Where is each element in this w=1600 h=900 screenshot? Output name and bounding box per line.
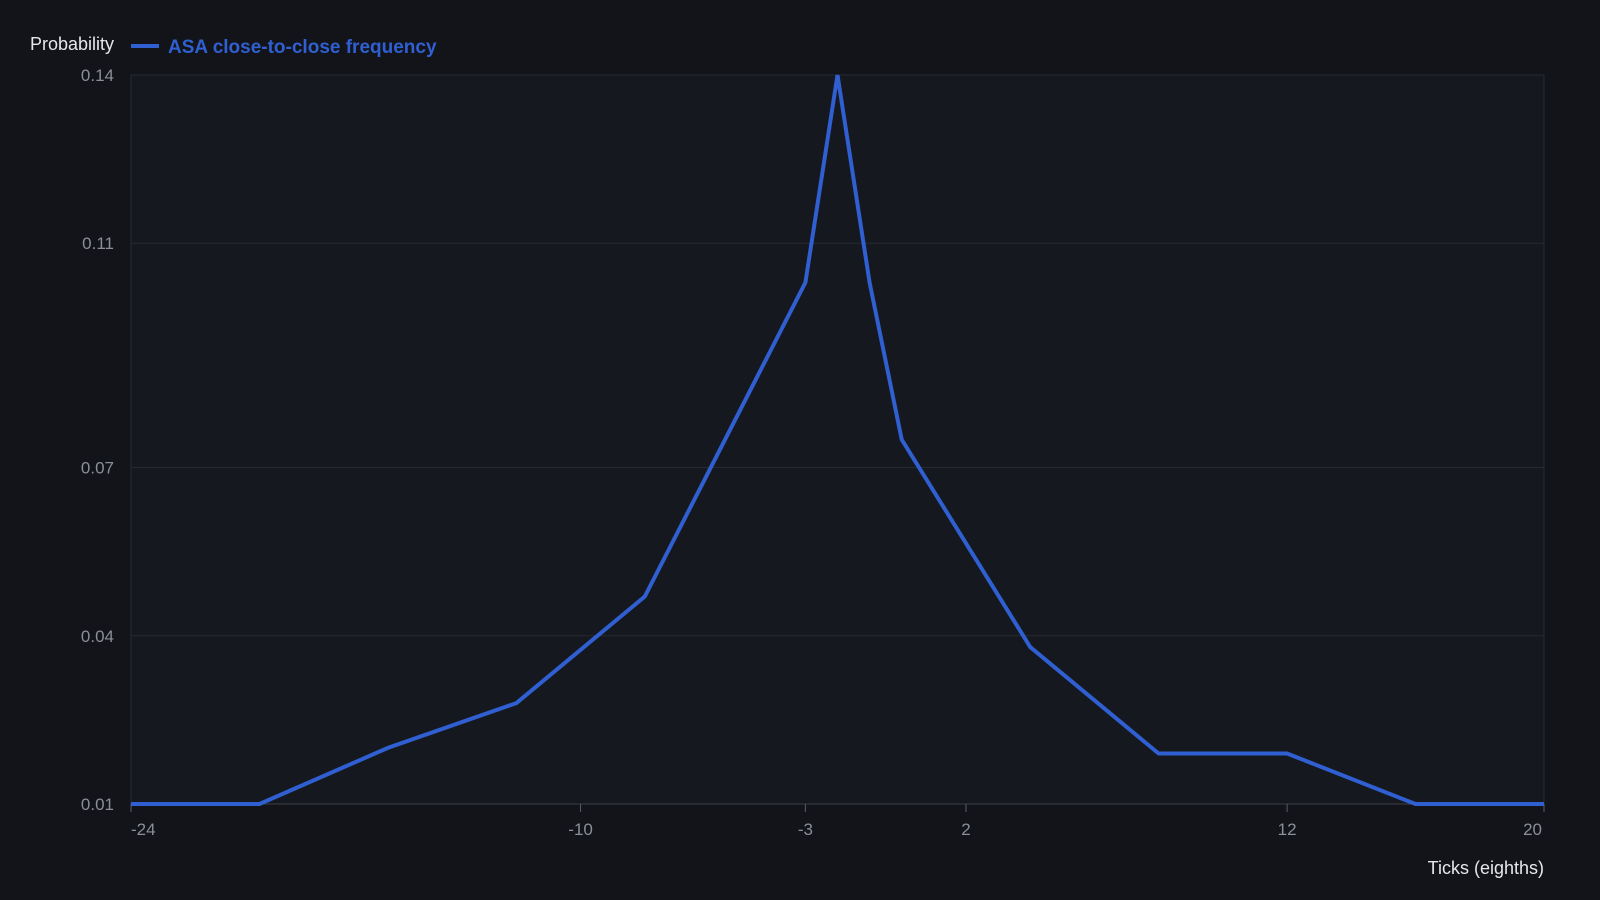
- x-tick-label: -10: [568, 820, 593, 839]
- x-tick-label: 12: [1278, 820, 1297, 839]
- y-axis-title: Probability: [30, 34, 114, 54]
- legend-label: ASA close-to-close frequency: [168, 37, 437, 58]
- y-tick-label: 0.14: [81, 66, 114, 85]
- x-tick-label: 20: [1523, 820, 1542, 839]
- x-tick-label: -24: [131, 820, 156, 839]
- x-tick-label: -3: [798, 820, 813, 839]
- x-axis: -24 -10 -3 2 12 20: [130, 803, 1545, 839]
- y-tick-label: 0.04: [81, 627, 114, 646]
- x-axis-title: Ticks (eighths): [1428, 858, 1544, 878]
- y-tick-label: 0.11: [82, 234, 114, 253]
- x-tick-label: 2: [961, 820, 970, 839]
- plot-area: [130, 74, 1545, 805]
- y-tick-label: 0.01: [81, 795, 114, 814]
- line-chart: 0.01 0.04 0.07 0.11 0.14 -24 -10 -3 2 12 20 Proba…: [30, 34, 1545, 878]
- legend[interactable]: ASA close-to-close frequency: [131, 37, 437, 58]
- y-axis: 0.01 0.04 0.07 0.11 0.14: [81, 66, 114, 814]
- y-tick-label: 0.07: [81, 459, 114, 478]
